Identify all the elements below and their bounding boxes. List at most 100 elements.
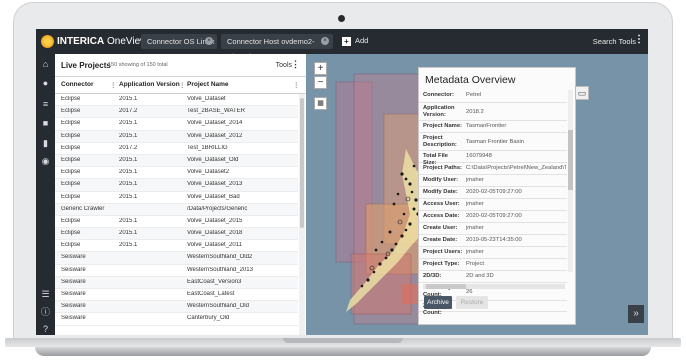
- metadata-value: 2018.2: [466, 109, 484, 115]
- cell-project-name: Volve_Dataset_Bad: [187, 193, 240, 200]
- cell-project-name: Volve_Dataset_2018: [187, 230, 243, 237]
- table-row[interactable]: Eclipse 2015.1 Volve_Dataset_2011: [55, 240, 298, 253]
- cell-application-version: 2015.1: [119, 193, 138, 200]
- cell-connector: Seisware: [61, 266, 86, 273]
- column-header-project-name[interactable]: Project Name: [187, 81, 229, 88]
- menu-icon[interactable]: ☰: [41, 290, 50, 299]
- cell-connector: Eclipse: [61, 193, 81, 200]
- tab-connector-os-linux[interactable]: Connector OS Linux ×: [141, 34, 217, 49]
- add-tab-button[interactable]: + Add: [342, 36, 368, 46]
- metadata-horizontal-scrollbar[interactable]: [423, 284, 565, 289]
- camera-icon: [338, 15, 345, 22]
- column-header-application-version[interactable]: Application Version: [119, 81, 180, 88]
- panel-header: Live Projects 150 showing of 150 total T…: [55, 54, 306, 77]
- table-row[interactable]: Eclipse 2015.1 Volve_Dataset_2018: [55, 228, 298, 241]
- table-row[interactable]: Eclipse 2017.2 Test_1BRILLIG: [55, 143, 298, 155]
- info-icon[interactable]: ⓘ: [41, 308, 50, 317]
- metadata-row: Project Description: Tasman Frontier Basi…: [419, 133, 567, 151]
- table-row[interactable]: Eclipse 2015.1 Volve_Dataset_2015: [55, 216, 298, 229]
- folder-icon[interactable]: ■: [41, 119, 50, 128]
- cell-project-name: Volve_Dataset_2012: [187, 132, 243, 139]
- more-vertical-icon[interactable]: ⋮: [634, 35, 644, 45]
- metadata-row: 2D/3D: 2D and 3D: [419, 271, 567, 283]
- table-row[interactable]: Seisware WesternSouthland_Old: [55, 301, 298, 314]
- interica-logo-icon: [41, 35, 54, 48]
- restore-button[interactable]: Restore: [456, 296, 488, 309]
- panel-toggle-icon[interactable]: ▭: [575, 86, 589, 100]
- table-row[interactable]: Eclipse 2015.1 Volve_Dataset_2014: [55, 118, 298, 131]
- scrollbar-thumb[interactable]: [568, 130, 573, 190]
- cell-application-version: 2015.1: [119, 242, 138, 249]
- column-menu-icon[interactable]: ⋮: [293, 81, 300, 89]
- metadata-value: jmaher: [466, 201, 484, 207]
- laptop-notch: [283, 338, 403, 343]
- metadata-value: 26: [466, 289, 473, 295]
- table-row[interactable]: Eclipse 2015.1 Volve_Dataset_Old: [55, 154, 298, 168]
- metadata-row: Connector: Petrel: [419, 90, 567, 103]
- cell-connector: Eclipse: [61, 96, 81, 102]
- table-row[interactable]: Seisware EastCoast_Latest: [55, 289, 298, 302]
- metadata-scrollbar[interactable]: [568, 90, 573, 272]
- metadata-value: Petrel: [466, 92, 482, 98]
- more-vertical-icon[interactable]: ⋮: [291, 60, 300, 69]
- table-row[interactable]: Generic Crawler/Data/Projects/Generic: [55, 203, 298, 216]
- metadata-key: Project Description:: [423, 135, 457, 148]
- table-row[interactable]: Eclipse 2015.1 Volve_Dataset2: [55, 167, 298, 180]
- tab-connector-host[interactable]: Connector Host ovdemo2-winnode ×: [221, 34, 333, 61]
- scrollbar-thumb[interactable]: [426, 284, 466, 289]
- archive-button[interactable]: Archive: [424, 296, 452, 309]
- file-icon[interactable]: ▮: [41, 139, 50, 148]
- column-header-connector[interactable]: Connector: [61, 81, 94, 88]
- metadata-title: Metadata Overview: [425, 74, 516, 86]
- metadata-value: jmaher: [466, 225, 484, 231]
- table-row[interactable]: Seisware WesternSouthland_Old2: [55, 252, 298, 265]
- cell-connector: Seisware: [61, 315, 86, 322]
- zoom-out-button[interactable]: −: [314, 76, 327, 89]
- cell-application-version: 2015.1: [119, 217, 138, 224]
- search-tools-button[interactable]: Search Tools: [593, 37, 636, 46]
- cell-project-name: Test_2BASE_WATER: [187, 108, 246, 115]
- metadata-value: jmaher: [466, 177, 484, 183]
- metadata-value: C:\Data\Projects\Petrel\New_Zealand\T: [466, 165, 566, 171]
- metadata-value: 2019-05-23T14:35:00: [466, 237, 522, 243]
- list-icon[interactable]: ≡: [41, 100, 50, 109]
- cell-project-name: Volve_Dataset2: [187, 169, 230, 176]
- table-scrollbar[interactable]: [299, 94, 305, 335]
- column-menu-icon[interactable]: ⋮: [179, 81, 186, 89]
- panel-count: 150 showing of 150 total: [108, 62, 168, 68]
- metadata-row: Project Type: Project: [419, 259, 567, 271]
- help-icon[interactable]: ?: [41, 325, 50, 334]
- expand-chevrons-icon[interactable]: »: [628, 305, 644, 323]
- cell-project-name: Canterbury_Old: [187, 315, 230, 322]
- live-projects-panel: Live Projects 150 showing of 150 total T…: [55, 54, 306, 335]
- cell-connector: Eclipse: [61, 217, 81, 224]
- metadata-key: 2D/3D:: [423, 273, 442, 279]
- grid-layers-icon[interactable]: ▦: [314, 97, 327, 110]
- table-row[interactable]: Eclipse 2015.1 Volve_Dataset_2013: [55, 179, 298, 192]
- zoom-in-button[interactable]: +: [314, 62, 327, 75]
- location-pin-icon[interactable]: ●: [41, 79, 50, 88]
- globe-icon[interactable]: ◉: [41, 157, 50, 166]
- table-row[interactable]: Seisware EastCoast_Version3: [55, 276, 298, 289]
- metadata-row: Access Date: 2020-02-05T09:27:00: [419, 211, 567, 223]
- metadata-key: Access Date:: [423, 213, 460, 219]
- close-icon[interactable]: ×: [321, 37, 329, 45]
- scrollbar-thumb[interactable]: [300, 98, 304, 228]
- tools-button[interactable]: Tools: [276, 62, 292, 69]
- table-row[interactable]: Seisware WesternSouthland_2013: [55, 265, 298, 277]
- cell-project-name: Volve_Dataset_2014: [187, 120, 243, 127]
- cell-connector: Eclipse: [61, 120, 81, 127]
- table-row[interactable]: Eclipse 2015.1 Volve_Dataset: [55, 94, 298, 107]
- metadata-field-list: Connector: Petrel Application Version: 2018…: [419, 90, 567, 316]
- metadata-overview-panel: Metadata Overview Connector: Petrel Applic…: [418, 67, 576, 325]
- table-row[interactable]: Eclipse 2015.1 Volve_Dataset_2012: [55, 130, 298, 143]
- home-icon[interactable]: ⌂: [41, 60, 50, 69]
- table-row[interactable]: Eclipse 2017.2 Test_2BASE_WATER: [55, 106, 298, 119]
- close-icon[interactable]: ×: [205, 37, 213, 45]
- left-nav-rail: ⌂ ● ≡ ■ ▮ ◉ ☰ ⓘ ?: [36, 54, 55, 335]
- column-menu-icon[interactable]: ⋮: [110, 81, 117, 89]
- metadata-row: Total File Size: 16079948: [419, 151, 567, 166]
- plus-icon: +: [342, 36, 351, 46]
- table-row[interactable]: Eclipse 2015.1 Volve_Dataset_Bad: [55, 192, 298, 204]
- table-row[interactable]: Seisware Canterbury_Old: [55, 313, 298, 326]
